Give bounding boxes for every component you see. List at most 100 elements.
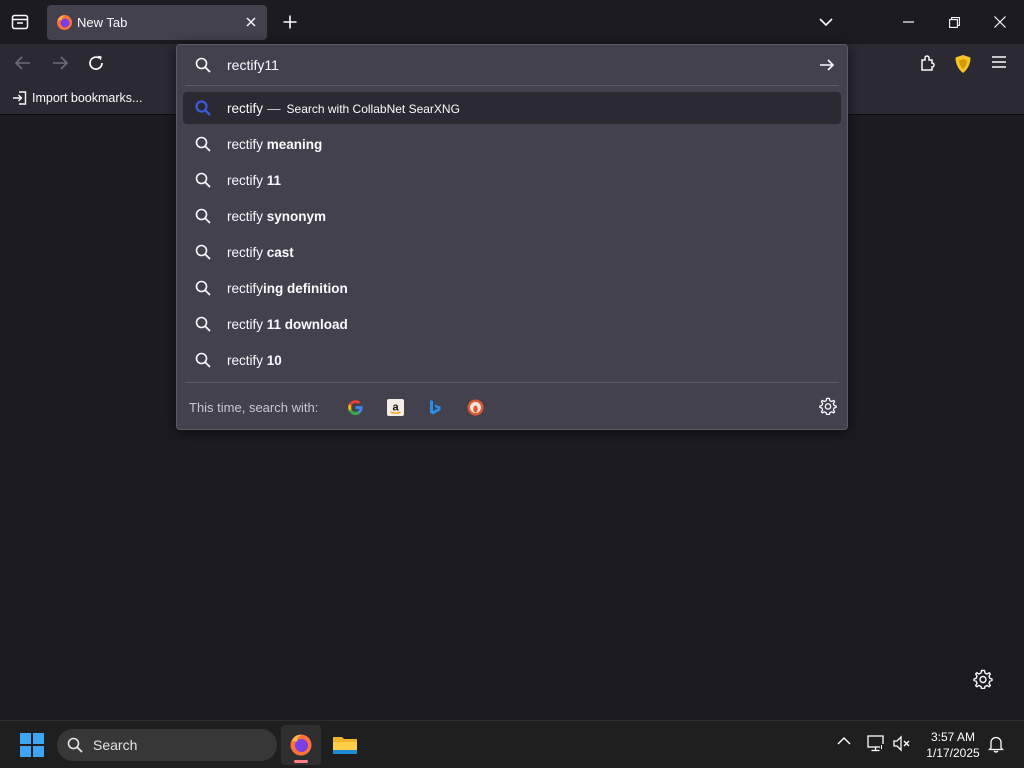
- result-suggestion-text: 11: [266, 172, 282, 188]
- duckduckgo-icon: [467, 399, 483, 415]
- start-button[interactable]: [20, 733, 44, 757]
- search-icon: [195, 208, 211, 224]
- extensions-button[interactable]: [919, 54, 937, 72]
- urlbar-result-row[interactable]: rectify synonym: [183, 198, 841, 234]
- windows-logo-pane: [33, 733, 44, 744]
- result-suggestion-text: 10: [266, 352, 282, 368]
- result-separator: —: [267, 100, 281, 116]
- urlbar-input[interactable]: [227, 55, 787, 75]
- notifications-button[interactable]: [988, 735, 1004, 753]
- urlbar-result-row[interactable]: rectify 11: [183, 162, 841, 198]
- list-all-tabs-button[interactable]: [814, 10, 838, 34]
- clock-time: 3:57 AM: [930, 730, 976, 744]
- gear-icon: [819, 397, 837, 415]
- result-typed-text: rectify: [227, 280, 264, 296]
- back-button[interactable]: [14, 54, 32, 72]
- chevron-down-icon: [819, 17, 833, 26]
- taskbar-search-label: Search: [93, 737, 138, 753]
- tab-new-tab[interactable]: New Tab: [47, 5, 267, 40]
- close-icon: [994, 16, 1006, 28]
- urlbar-result-row[interactable]: rectify 10: [183, 342, 841, 378]
- bing-icon: [430, 399, 441, 414]
- active-app-indicator: [294, 760, 308, 763]
- result-typed-text: rectify: [227, 316, 267, 332]
- search-icon: [195, 136, 211, 152]
- restore-button[interactable]: [942, 10, 966, 34]
- close-icon: [246, 17, 256, 27]
- bing-engine-button[interactable]: [425, 397, 445, 417]
- urlbar-result-row[interactable]: rectify 11 download: [183, 306, 841, 342]
- amazon-engine-button[interactable]: a: [385, 397, 405, 417]
- result-label: rectify meaning: [227, 137, 322, 152]
- new-tab-button[interactable]: [278, 10, 302, 34]
- result-label: rectify 11 download: [227, 317, 348, 332]
- duckduckgo-engine-button[interactable]: [465, 397, 485, 417]
- arrow-right-icon: [820, 59, 835, 71]
- amazon-icon: a: [386, 398, 404, 416]
- volume-muted-icon[interactable]: [893, 735, 911, 752]
- result-label: rectify cast: [227, 245, 294, 260]
- result-typed-text: rectify: [227, 244, 267, 260]
- taskbar-file-explorer[interactable]: [325, 725, 365, 765]
- firefox-view-button[interactable]: [8, 10, 32, 34]
- taskbar-firefox[interactable]: [281, 725, 321, 765]
- result-label: rectify — Search with CollabNet SearXNG: [227, 101, 460, 116]
- tab-title: New Tab: [77, 15, 128, 30]
- search-icon: [195, 100, 211, 116]
- urlbar-results: rectify — Search with CollabNet SearXNG rec…: [183, 92, 841, 378]
- import-bookmarks-label: Import bookmarks...: [32, 91, 143, 105]
- result-typed-text: rectify: [227, 172, 267, 188]
- result-typed-text: rectify: [227, 352, 267, 368]
- search-one-offs: This time, search with: a: [177, 385, 847, 429]
- forward-button[interactable]: [51, 54, 69, 72]
- firefox-icon: [56, 14, 73, 31]
- search-icon: [195, 57, 211, 73]
- puzzle-icon: [921, 55, 935, 71]
- result-action-text: Search with CollabNet SearXNG: [286, 101, 460, 116]
- urlbar-result-row[interactable]: rectifying definition: [183, 270, 841, 306]
- customize-new-tab-button[interactable]: [973, 669, 993, 689]
- taskbar-search-box[interactable]: Search: [57, 729, 277, 761]
- urlbar-input-row: [177, 45, 847, 85]
- search-icon: [195, 280, 211, 296]
- google-icon: [347, 399, 363, 415]
- go-button[interactable]: [819, 57, 835, 73]
- shield-icon: [955, 55, 971, 73]
- urlbar-result-row[interactable]: rectify cast: [183, 234, 841, 270]
- result-typed-text: rectify: [227, 100, 264, 116]
- result-suggestion-text: synonym: [266, 208, 327, 224]
- network-icon[interactable]: [867, 735, 886, 752]
- windows-logo-pane: [20, 746, 31, 757]
- result-typed-text: rectify: [227, 208, 267, 224]
- result-suggestion-text: cast: [266, 244, 294, 260]
- gear-icon: [973, 669, 993, 689]
- app-menu-button[interactable]: [991, 55, 1007, 69]
- minimize-button[interactable]: [896, 10, 920, 34]
- result-suggestion-text: meaning: [266, 136, 323, 152]
- forward-arrow-icon: [53, 56, 69, 70]
- clock-date: 1/17/2025: [926, 746, 980, 760]
- result-suggestion-text: 11 download: [266, 316, 348, 332]
- show-hidden-icons-button[interactable]: [837, 736, 851, 745]
- svg-text:a: a: [392, 401, 399, 413]
- urlbar-divider: [185, 85, 839, 86]
- search-settings-button[interactable]: [819, 397, 837, 415]
- folder-icon: [333, 737, 357, 754]
- urlbar-result-row[interactable]: rectify — Search with CollabNet SearXNG: [183, 92, 841, 124]
- back-arrow-icon: [14, 56, 30, 70]
- restore-icon: [948, 16, 960, 28]
- ublock-extension-button[interactable]: [954, 54, 972, 74]
- google-engine-button[interactable]: [345, 397, 365, 417]
- import-bookmarks-button[interactable]: Import bookmarks...: [12, 91, 142, 105]
- urlbar-result-row[interactable]: rectify meaning: [183, 126, 841, 162]
- result-label: rectify synonym: [227, 209, 326, 224]
- firefox-view-icon: [11, 14, 29, 30]
- close-window-button[interactable]: [988, 10, 1012, 34]
- oneoff-label: This time, search with:: [189, 400, 319, 415]
- system-clock[interactable]: 3:57 AM 1/17/2025: [920, 729, 986, 761]
- tab-close-button[interactable]: [243, 14, 259, 30]
- reload-button[interactable]: [87, 54, 105, 72]
- chevron-up-icon: [837, 737, 851, 745]
- urlbar-popup: rectify—Search with CollabNet SearXNGrec…: [176, 44, 848, 430]
- result-label: rectifying definition: [227, 281, 348, 296]
